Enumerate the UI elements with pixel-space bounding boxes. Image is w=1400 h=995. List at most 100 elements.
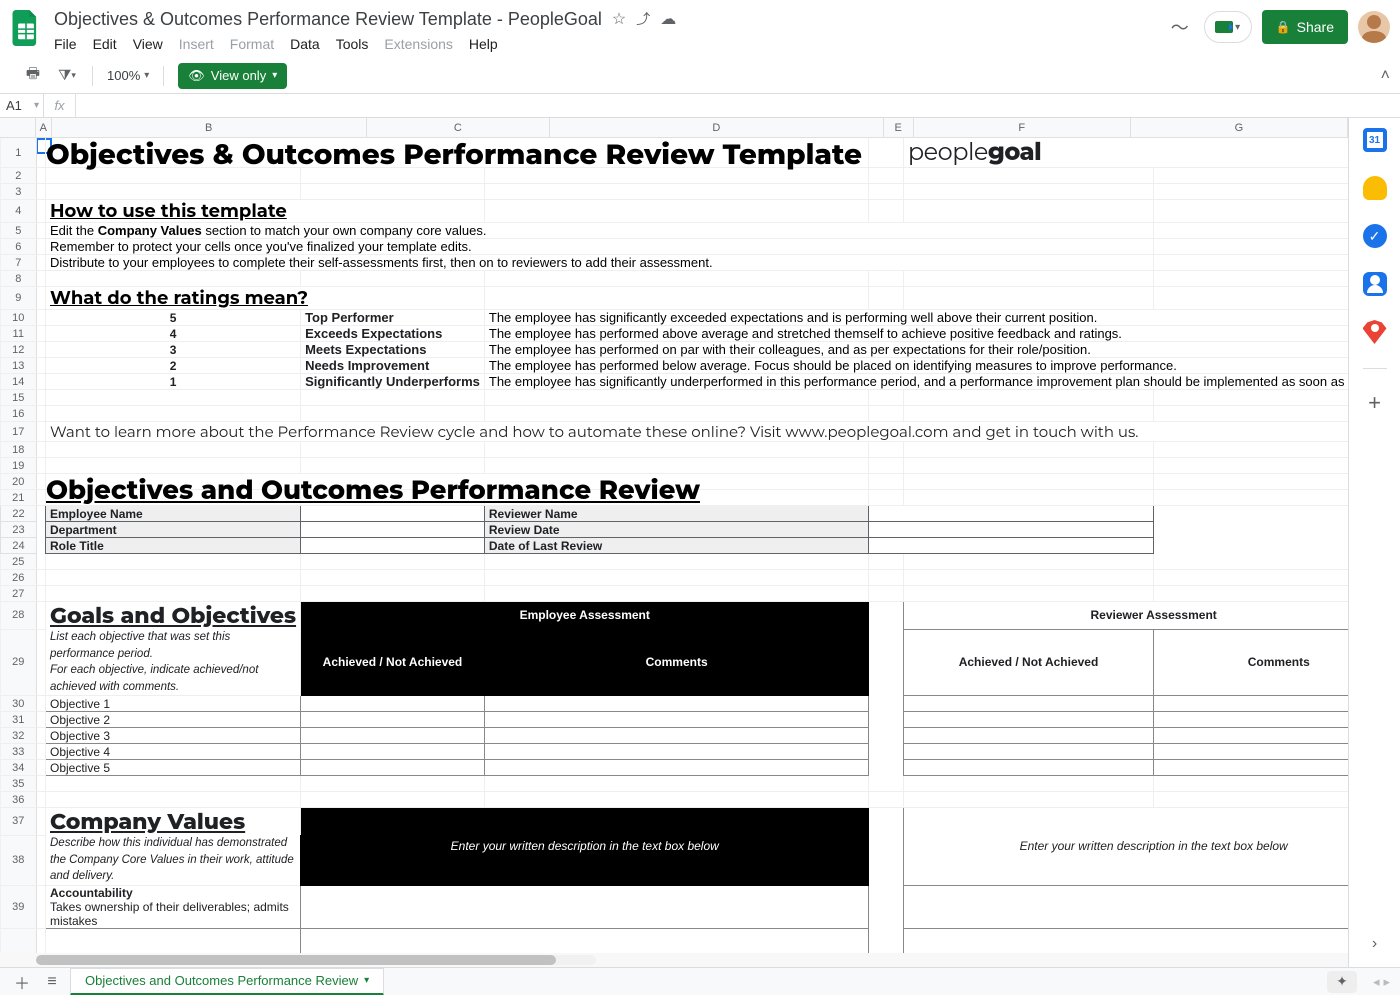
horizontal-scrollbar[interactable]	[0, 953, 1348, 967]
col-header[interactable]: C	[367, 118, 550, 137]
menu-view[interactable]: View	[133, 36, 163, 52]
activity-icon[interactable]: 〜	[1166, 13, 1194, 41]
prompt-text: Enter your written description in the te…	[301, 808, 869, 886]
star-icon[interactable]: ☆	[612, 9, 626, 29]
section-heading: How to use this template	[50, 200, 287, 222]
hide-sidepanel-icon[interactable]: ›	[1372, 935, 1377, 953]
assessment-cell[interactable]	[484, 712, 869, 728]
value-input[interactable]	[903, 885, 1348, 928]
info-input[interactable]	[301, 506, 485, 522]
assessment-cell[interactable]	[903, 696, 1153, 712]
maps-icon[interactable]	[1363, 320, 1387, 344]
select-all-corner[interactable]	[0, 118, 36, 137]
assessment-cell[interactable]	[484, 760, 869, 776]
add-addon-icon[interactable]: +	[1365, 393, 1385, 413]
menu-tools[interactable]: Tools	[336, 36, 369, 52]
objective-label[interactable]: Objective 5	[46, 760, 301, 776]
keep-icon[interactable]	[1363, 176, 1387, 200]
collapse-toolbar-icon[interactable]: ˄	[1381, 67, 1390, 84]
column-headers[interactable]: A B C D E F G	[0, 118, 1348, 138]
objective-label[interactable]: Objective 4	[46, 744, 301, 760]
assessment-cell[interactable]	[301, 728, 485, 744]
assessment-cell[interactable]	[1154, 728, 1348, 744]
instruction-text: Edit the Company Values section to match…	[50, 223, 486, 238]
info-label: Department	[46, 522, 301, 538]
objective-label[interactable]: Objective 3	[46, 728, 301, 744]
info-input[interactable]	[301, 538, 485, 554]
row-header[interactable]: 1	[1, 138, 37, 168]
value-title: Accountability	[50, 886, 133, 900]
section-heading: What do the ratings mean?	[50, 287, 308, 309]
name-box[interactable]: A1▾	[0, 94, 44, 117]
column-header: Achieved / Not Achieved	[301, 629, 485, 696]
meet-button[interactable]: ▾	[1204, 11, 1252, 43]
document-title[interactable]: Objectives & Outcomes Performance Review…	[54, 9, 602, 30]
assessment-cell[interactable]	[1154, 696, 1348, 712]
cloud-status-icon[interactable]: ☁	[660, 9, 676, 29]
eye-icon: 👁	[188, 68, 205, 84]
assessment-cell[interactable]	[301, 744, 485, 760]
sheets-logo[interactable]	[10, 8, 42, 48]
print-icon[interactable]: 🖶	[22, 65, 44, 87]
assessment-header: Employee Assessment	[301, 602, 869, 630]
menu-edit[interactable]: Edit	[93, 36, 117, 52]
info-label: Date of Last Review	[484, 538, 869, 554]
assessment-cell[interactable]	[1154, 744, 1348, 760]
col-header[interactable]: G	[1131, 118, 1348, 137]
contacts-icon[interactable]	[1363, 272, 1387, 296]
lock-icon: 🔒	[1276, 20, 1291, 34]
value-input[interactable]	[301, 885, 869, 928]
spreadsheet-grid[interactable]: 1 Objectives & Outcomes Performance Revi…	[0, 138, 1348, 953]
info-input[interactable]	[869, 506, 1154, 522]
menu-format: Format	[230, 36, 274, 52]
instruction-text: Distribute to your employees to complete…	[50, 255, 713, 270]
section-description: List each objective that was set this pe…	[50, 631, 258, 693]
brand-logo: peoplegoal	[908, 138, 1041, 167]
objective-label[interactable]: Objective 2	[46, 712, 301, 728]
col-header[interactable]: E	[884, 118, 914, 137]
view-only-button[interactable]: 👁 View only ▾	[178, 63, 287, 89]
sheet-tab[interactable]: Objectives and Outcomes Performance Revi…	[70, 968, 384, 995]
assessment-cell[interactable]	[903, 728, 1153, 744]
assessment-cell[interactable]	[903, 744, 1153, 760]
zoom-select[interactable]: 100% ▾	[107, 68, 149, 83]
menu-file[interactable]: File	[54, 36, 77, 52]
account-avatar[interactable]	[1358, 11, 1390, 43]
fx-label: fx	[44, 94, 76, 117]
assessment-cell[interactable]	[301, 696, 485, 712]
filter-icon[interactable]: ⧩▾	[56, 65, 78, 87]
assessment-cell[interactable]	[1154, 712, 1348, 728]
all-sheets-icon[interactable]: ≡	[40, 973, 64, 991]
instruction-text: Remember to protect your cells once you'…	[50, 239, 472, 254]
assessment-cell[interactable]	[484, 728, 869, 744]
tab-scroll-arrows[interactable]: ◂▸	[1373, 974, 1390, 990]
col-header[interactable]: D	[550, 118, 884, 137]
assessment-cell[interactable]	[301, 760, 485, 776]
objective-label[interactable]: Objective 1	[46, 696, 301, 712]
assessment-cell[interactable]	[903, 712, 1153, 728]
formula-bar[interactable]	[76, 94, 1400, 117]
move-icon[interactable]: ⤴	[636, 9, 650, 29]
menu-extensions: Extensions	[384, 36, 452, 52]
info-input[interactable]	[869, 522, 1154, 538]
assessment-cell[interactable]	[301, 712, 485, 728]
calendar-icon[interactable]	[1363, 128, 1387, 152]
share-button[interactable]: 🔒 Share	[1262, 10, 1348, 44]
assessment-cell[interactable]	[1154, 760, 1348, 776]
menu-help[interactable]: Help	[469, 36, 498, 52]
tasks-icon[interactable]	[1363, 224, 1387, 248]
rating-desc: The employee has performed on par with t…	[489, 342, 1091, 357]
add-sheet-icon[interactable]: ＋	[10, 970, 34, 994]
explore-button[interactable]: ✦	[1327, 971, 1357, 993]
assessment-cell[interactable]	[903, 760, 1153, 776]
col-header[interactable]: F	[914, 118, 1131, 137]
assessment-cell[interactable]	[484, 696, 869, 712]
info-input[interactable]	[869, 538, 1154, 554]
menu-data[interactable]: Data	[290, 36, 320, 52]
info-input[interactable]	[301, 522, 485, 538]
section-title: Objectives and Outcomes Performance Revi…	[46, 474, 700, 506]
col-header[interactable]: B	[52, 118, 367, 137]
assessment-cell[interactable]	[484, 744, 869, 760]
info-label: Review Date	[484, 522, 869, 538]
col-header[interactable]: A	[36, 118, 52, 137]
